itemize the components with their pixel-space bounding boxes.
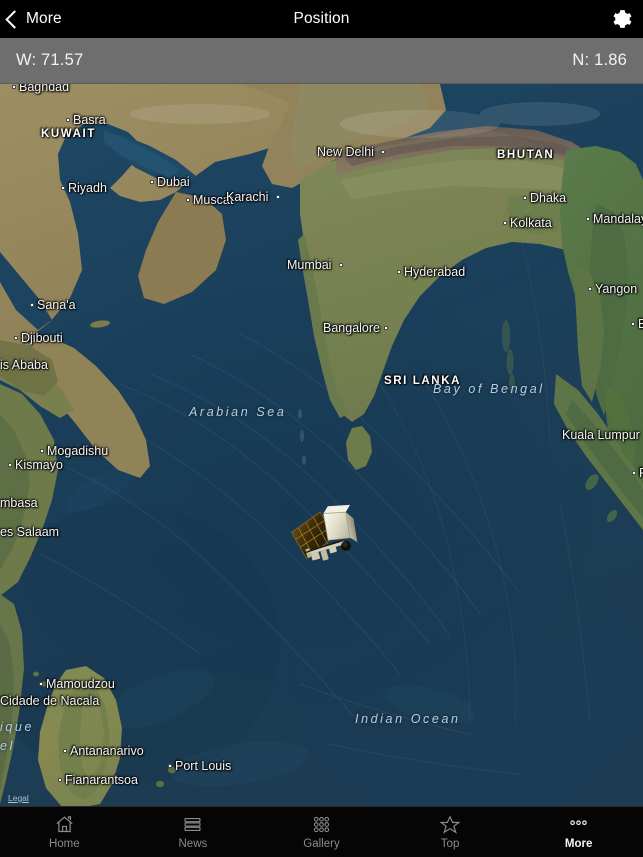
coordinate-bar: W: 71.57 N: 1.86 [0, 38, 643, 84]
tab-news-label: News [178, 837, 208, 850]
grid-icon [311, 814, 332, 836]
page-title: Position [293, 10, 350, 27]
tab-more[interactable]: More [514, 807, 643, 857]
navigation-bar: More Position [0, 0, 643, 38]
back-button[interactable]: More [0, 0, 62, 38]
lines-icon [182, 814, 203, 836]
tab-top-label: Top [440, 837, 460, 850]
gear-icon[interactable] [611, 8, 633, 30]
tab-gallery[interactable]: Gallery [257, 807, 386, 857]
home-icon [54, 814, 75, 836]
tab-top[interactable]: Top [386, 807, 515, 857]
back-button-label: More [26, 10, 62, 27]
tab-home[interactable]: Home [0, 807, 129, 857]
tab-gallery-label: Gallery [303, 837, 340, 850]
star-icon [439, 814, 461, 836]
tab-news[interactable]: News [129, 807, 258, 857]
longitude-value: W: 71.57 [16, 51, 84, 69]
tab-home-label: Home [48, 837, 80, 850]
legal-link[interactable]: Legal [8, 793, 29, 803]
chevron-left-icon [5, 9, 24, 29]
ellipsis-icon [568, 814, 589, 836]
tab-bar: Home News Gallery Top More [0, 806, 643, 857]
satellite-map[interactable]: Legal Baghdad Basra KUWAIT Riyadh Dubai Musca… [0, 84, 643, 807]
latitude-value: N: 1.86 [572, 51, 627, 69]
tab-more-label: More [564, 837, 593, 850]
map-tiles [0, 84, 643, 807]
position-screen: More Position W: 71.57 N: 1.86 Legal Bag… [0, 0, 643, 857]
